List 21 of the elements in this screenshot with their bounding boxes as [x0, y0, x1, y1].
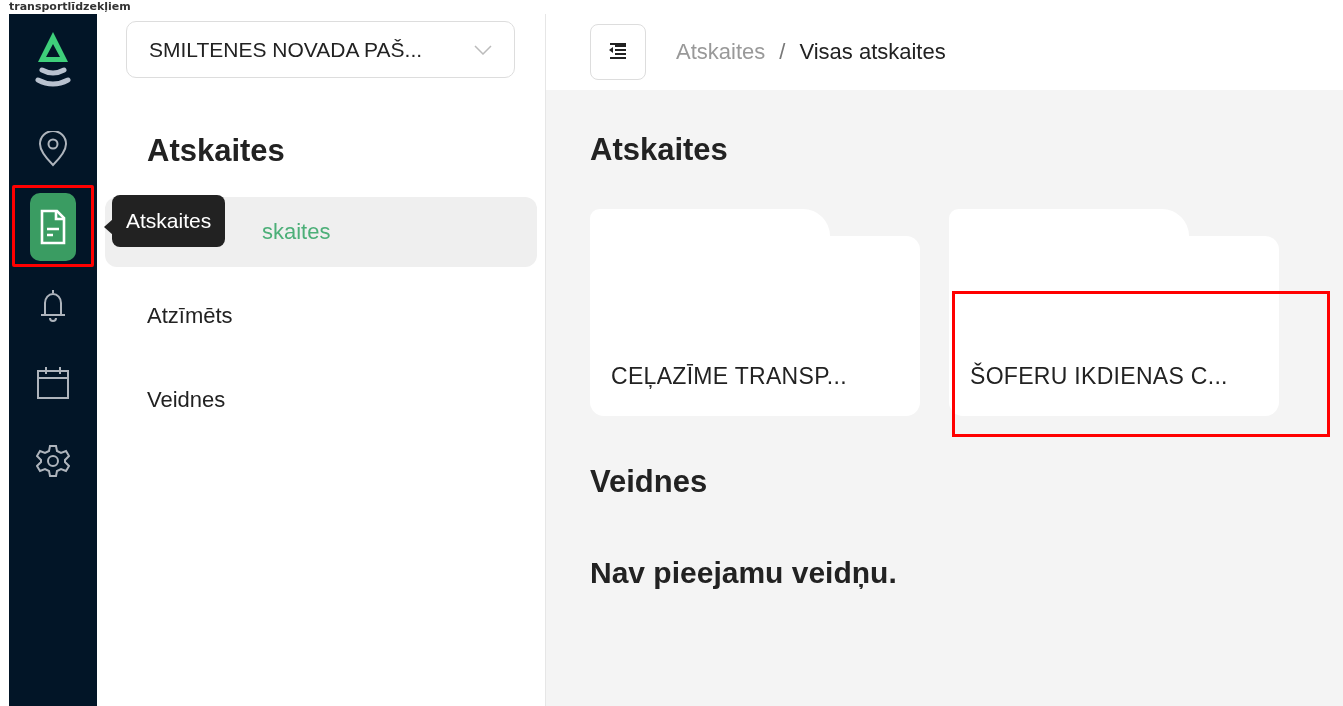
- page-caption: transportlīdzekļiem: [9, 0, 132, 13]
- sidebar-item[interactable]: Veidnes: [105, 365, 537, 435]
- menu-icon: [608, 43, 628, 61]
- chevron-down-icon: [474, 44, 492, 55]
- tooltip: Atskaites: [112, 195, 226, 247]
- sidebar-item[interactable]: Atzīmēts: [105, 281, 537, 351]
- document-icon: [39, 209, 67, 245]
- settings-icon: [36, 444, 70, 478]
- empty-message: Nav pieejamu veidņu.: [590, 556, 898, 590]
- calendar-icon: [36, 366, 70, 400]
- organization-select[interactable]: SMILTENES NOVADA PAŠ...: [126, 21, 515, 78]
- breadcrumb-separator: /: [779, 39, 786, 65]
- sidebar-title: Atskaites: [147, 133, 286, 169]
- collapse-menu-button[interactable]: [590, 24, 646, 80]
- bell-icon: [39, 287, 67, 323]
- section-title: Atskaites: [590, 132, 729, 168]
- breadcrumb-link[interactable]: Visas atskaites: [799, 39, 946, 65]
- rail-report-button[interactable]: [30, 193, 76, 261]
- section-title: Veidnes: [590, 464, 709, 500]
- location-pin-icon: [38, 131, 68, 167]
- tooltip-arrow: [104, 219, 113, 235]
